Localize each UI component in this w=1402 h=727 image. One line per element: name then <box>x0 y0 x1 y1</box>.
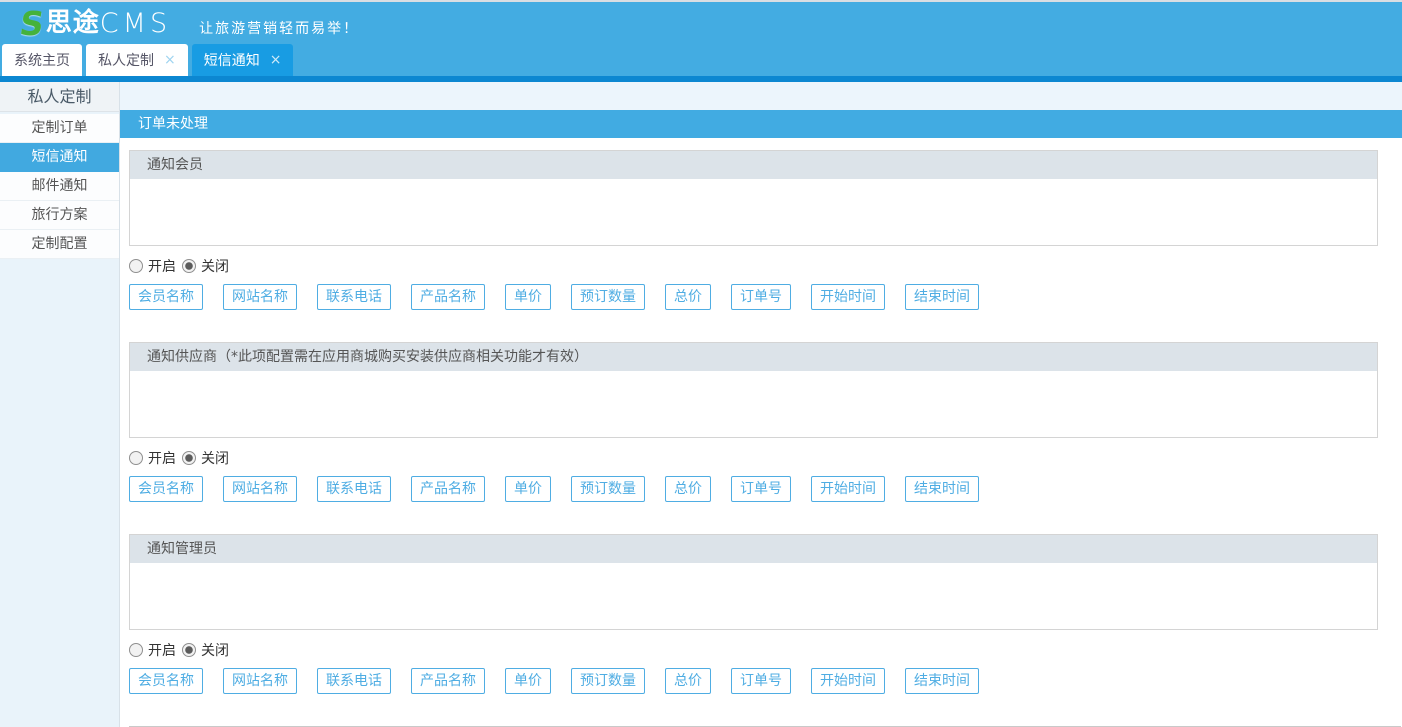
template-box: 通知会员 <box>129 150 1378 246</box>
logo: S 思途 CMS <box>17 3 172 43</box>
main-top-spacer <box>120 82 1402 110</box>
sidebar-item[interactable]: 定制配置 <box>0 230 119 259</box>
tab-label: 短信通知 <box>203 53 260 69</box>
radio-on-input[interactable] <box>129 643 143 657</box>
logo-icon: S <box>17 3 47 43</box>
tag-button[interactable]: 结束时间 <box>905 476 979 502</box>
sidebar-menu: 定制订单 短信通知 邮件通知 旅行方案 定制配置 <box>0 114 119 259</box>
radio-off-label: 关闭 <box>201 451 229 467</box>
radio-on-label: 开启 <box>148 259 176 275</box>
tag-button[interactable]: 产品名称 <box>411 668 485 694</box>
tag-button[interactable]: 网站名称 <box>223 284 297 310</box>
notify-section: 通知供应商（*此项配置需在应用商城购买安装供应商相关功能才有效） 开启 关闭 会… <box>129 342 1401 502</box>
radio-off-label: 关闭 <box>201 259 229 275</box>
tag-button[interactable]: 联系电话 <box>317 284 391 310</box>
tag-button[interactable]: 总价 <box>665 284 711 310</box>
app-header: S 思途 CMS 让旅游营销轻而易举！ <box>0 2 1402 44</box>
tag-button[interactable]: 结束时间 <box>905 668 979 694</box>
tab-3[interactable]: 短信通知 × <box>191 44 294 76</box>
tag-button[interactable]: 单价 <box>505 284 551 310</box>
tab-bar: 系统主页 私人定制 × 短信通知 × <box>0 44 1402 76</box>
tag-button[interactable]: 订单号 <box>731 476 791 502</box>
tag-button[interactable]: 单价 <box>505 476 551 502</box>
template-textarea[interactable] <box>130 563 1377 629</box>
tag-button-row: 会员名称 网站名称 联系电话 产品名称 单价 预订数量 总价 订单号 开始时间 结束时间 <box>129 668 1401 694</box>
tag-button[interactable]: 会员名称 <box>129 476 203 502</box>
tab-2[interactable]: 私人定制 × <box>86 44 188 76</box>
tag-button[interactable]: 网站名称 <box>223 668 297 694</box>
workspace: 私人定制 定制订单 短信通知 邮件通知 旅行方案 定制配置 订单未处理 通知会员… <box>0 82 1402 727</box>
notify-section: 通知会员 开启 关闭 会员名称 网站名称 联系电话 产品名称 单价 预订数量 总价 订单号 开始… <box>129 150 1401 310</box>
slogan: 让旅游营销轻而易举！ <box>199 21 360 37</box>
tag-button[interactable]: 总价 <box>665 476 711 502</box>
template-textarea[interactable] <box>130 179 1377 245</box>
tag-button[interactable]: 开始时间 <box>811 284 885 310</box>
sidebar-item[interactable]: 定制订单 <box>0 114 119 143</box>
sidebar-title: 私人定制 <box>0 82 119 112</box>
tag-button[interactable]: 开始时间 <box>811 668 885 694</box>
radio-on-input[interactable] <box>129 259 143 273</box>
tag-button[interactable]: 订单号 <box>731 668 791 694</box>
tab-label: 私人定制 <box>98 53 154 69</box>
tag-button[interactable]: 产品名称 <box>411 284 485 310</box>
radio-off-input[interactable] <box>182 259 196 273</box>
radio-on-label: 开启 <box>148 451 176 467</box>
tag-button[interactable]: 预订数量 <box>571 284 645 310</box>
tag-button[interactable]: 预订数量 <box>571 668 645 694</box>
tag-button[interactable]: 预订数量 <box>571 476 645 502</box>
section-title: 通知管理员 <box>130 535 1377 563</box>
section-title: 通知供应商（*此项配置需在应用商城购买安装供应商相关功能才有效） <box>130 343 1377 371</box>
radio-on[interactable]: 开启 <box>129 448 176 468</box>
page-title: 订单未处理 <box>120 110 1402 138</box>
template-textarea[interactable] <box>130 371 1377 437</box>
radio-off-label: 关闭 <box>201 643 229 659</box>
radio-off[interactable]: 关闭 <box>182 448 229 468</box>
tag-button[interactable]: 订单号 <box>731 284 791 310</box>
radio-off[interactable]: 关闭 <box>182 640 229 660</box>
tag-button-row: 会员名称 网站名称 联系电话 产品名称 单价 预订数量 总价 订单号 开始时间 结束时间 <box>129 284 1401 310</box>
notify-section: 通知管理员 开启 关闭 会员名称 网站名称 联系电话 产品名称 单价 预订数量 总价 订单号开… <box>129 534 1401 694</box>
logo-cms-text: CMS <box>99 7 172 39</box>
tag-button[interactable]: 结束时间 <box>905 284 979 310</box>
section-title: 通知会员 <box>130 151 1377 179</box>
main-panel: 订单未处理 通知会员 开启 关闭 会员名称 网站名称 联系电话 产品名称 单价 预订数量总… <box>120 82 1402 727</box>
tab-close-icon[interactable]: × <box>270 53 282 67</box>
tag-button[interactable]: 总价 <box>665 668 711 694</box>
template-box: 通知供应商（*此项配置需在应用商城购买安装供应商相关功能才有效） <box>129 342 1378 438</box>
tab-label: 系统主页 <box>14 53 70 69</box>
radio-on[interactable]: 开启 <box>129 640 176 660</box>
toggle-radio-group: 开启 关闭 <box>129 641 1401 659</box>
radio-on[interactable]: 开启 <box>129 256 176 276</box>
sidebar: 私人定制 定制订单 短信通知 邮件通知 旅行方案 定制配置 <box>0 82 120 727</box>
sidebar-item[interactable]: 短信通知 <box>0 143 119 172</box>
sidebar-item[interactable]: 旅行方案 <box>0 201 119 230</box>
toggle-radio-group: 开启 关闭 <box>129 257 1401 275</box>
tag-button[interactable]: 网站名称 <box>223 476 297 502</box>
toggle-radio-group: 开启 关闭 <box>129 449 1401 467</box>
tag-button[interactable]: 单价 <box>505 668 551 694</box>
tag-button[interactable]: 产品名称 <box>411 476 485 502</box>
logo-brand-text: 思途 <box>45 8 100 38</box>
radio-off-input[interactable] <box>182 643 196 657</box>
tag-button-row: 会员名称 网站名称 联系电话 产品名称 单价 预订数量 总价 订单号 开始时间 结束时间 <box>129 476 1401 502</box>
radio-off[interactable]: 关闭 <box>182 256 229 276</box>
tag-button[interactable]: 开始时间 <box>811 476 885 502</box>
radio-on-input[interactable] <box>129 451 143 465</box>
radio-on-label: 开启 <box>148 643 176 659</box>
tag-button[interactable]: 联系电话 <box>317 476 391 502</box>
radio-off-input[interactable] <box>182 451 196 465</box>
tab-close-icon[interactable]: × <box>164 53 176 67</box>
tag-button[interactable]: 会员名称 <box>129 668 203 694</box>
template-box: 通知管理员 <box>129 534 1378 630</box>
main-body: 通知会员 开启 关闭 会员名称 网站名称 联系电话 产品名称 单价 预订数量 总价 订单号 开始… <box>120 138 1402 727</box>
sidebar-item[interactable]: 邮件通知 <box>0 172 119 201</box>
tag-button[interactable]: 联系电话 <box>317 668 391 694</box>
tag-button[interactable]: 会员名称 <box>129 284 203 310</box>
tab-1[interactable]: 系统主页 <box>2 44 82 76</box>
